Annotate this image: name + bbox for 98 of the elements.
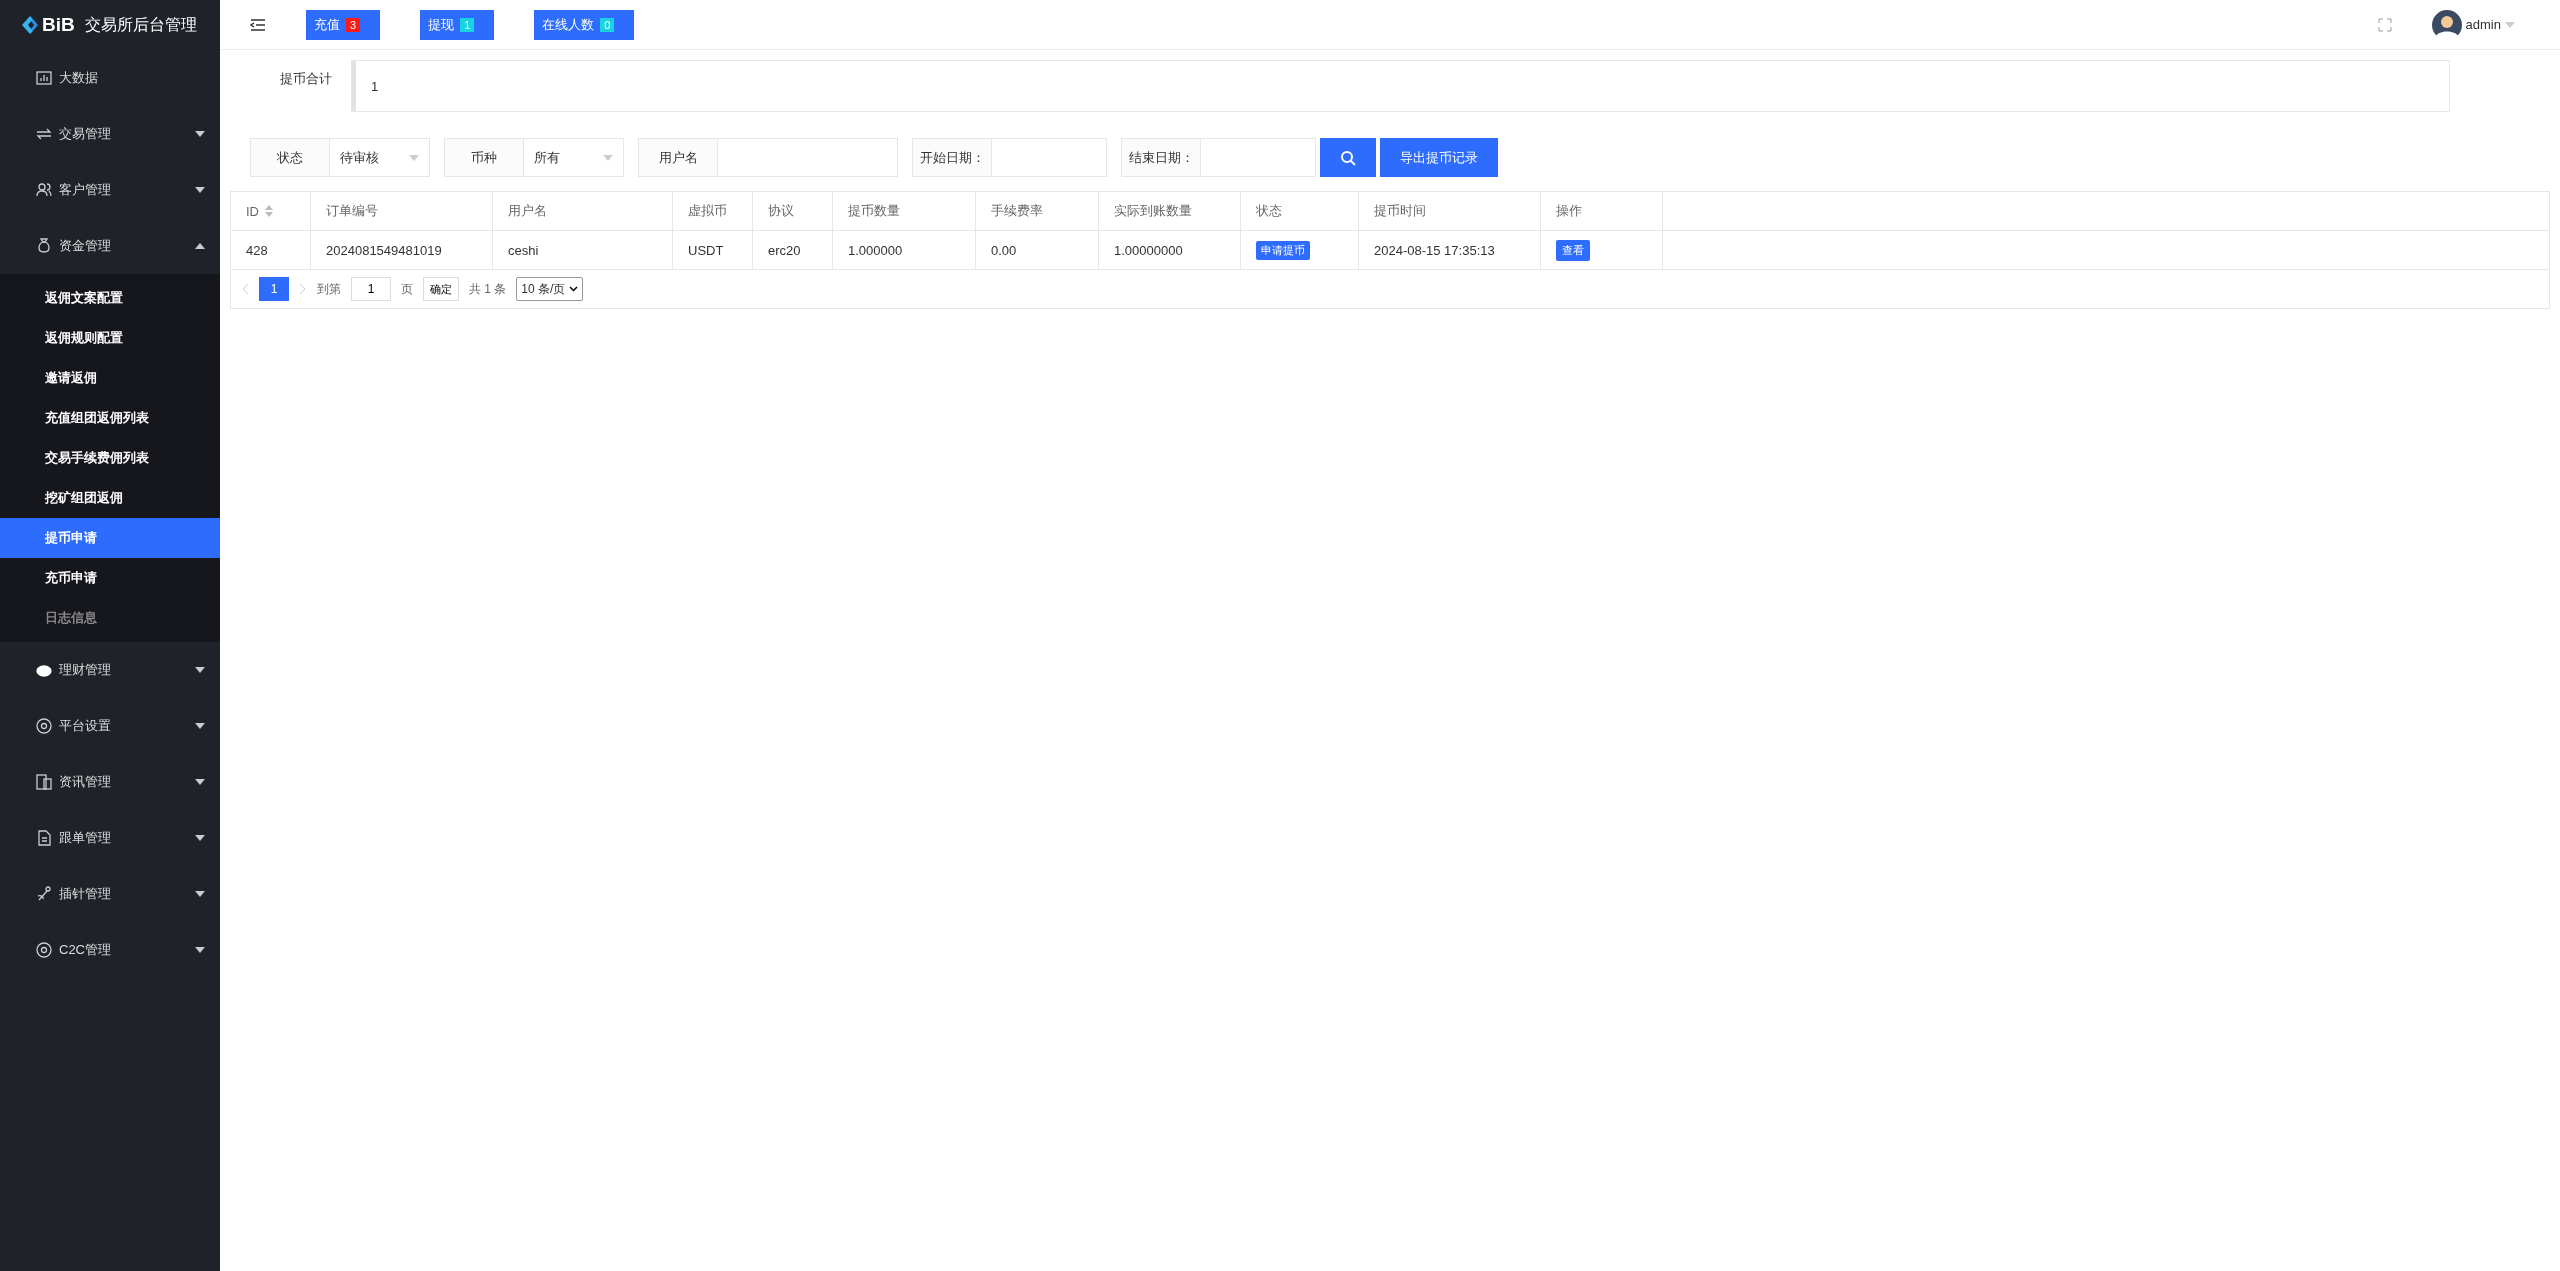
submenu-item[interactable]: 邀请返佣: [0, 358, 220, 398]
column-header: ID: [231, 192, 311, 230]
notification-button[interactable]: 充值 3: [306, 9, 381, 40]
export-button[interactable]: 导出提币记录: [1380, 138, 1498, 177]
settings-icon: [35, 717, 53, 735]
table-cell: 1.00000000: [1099, 231, 1241, 269]
filter-input[interactable]: [718, 138, 898, 177]
caret-icon: [195, 243, 205, 249]
column-header: 实际到账数量: [1099, 192, 1241, 230]
filter-select[interactable]: 所有: [524, 138, 624, 177]
page-unit: 页: [401, 280, 413, 298]
menu-icon[interactable]: [250, 17, 266, 32]
filter-input[interactable]: [1201, 138, 1316, 177]
notification-button[interactable]: 提现 1: [420, 9, 495, 40]
column-header: 操作: [1541, 192, 1663, 230]
caret-icon: [195, 187, 205, 193]
menu-item[interactable]: 理财管理: [0, 642, 220, 698]
table-cell: ceshi: [493, 231, 673, 269]
column-header: 虚拟币: [673, 192, 753, 230]
total-count: 共 1 条: [469, 280, 507, 298]
count-badge: 0: [600, 17, 615, 32]
count-badge: 1: [460, 17, 475, 32]
caret-icon: [409, 154, 419, 161]
table-cell: 428: [231, 231, 311, 269]
avatar-icon: [2431, 9, 2462, 40]
summary-value: 1: [351, 60, 2450, 112]
menu-item[interactable]: 资讯管理: [0, 754, 220, 810]
summary-label: 提币合计: [280, 70, 333, 88]
submenu-item[interactable]: 充币申请: [0, 558, 220, 598]
submenu-item[interactable]: 返佣规则配置: [0, 318, 220, 358]
filter-label: 用户名: [638, 138, 718, 177]
column-header: 订单编号: [311, 192, 493, 230]
search-icon: [1340, 149, 1356, 166]
filter-label: 结束日期：: [1121, 138, 1201, 177]
table-cell: 2024-08-15 17:35:13: [1359, 231, 1541, 269]
caret-icon: [195, 131, 205, 137]
filter-label: 开始日期：: [912, 138, 992, 177]
fullscreen-icon[interactable]: [2377, 17, 2392, 32]
confirm-button[interactable]: 确定: [423, 277, 459, 301]
caret-icon: [195, 667, 205, 673]
chevron-down-icon: [569, 286, 579, 292]
view-button[interactable]: 查看: [1556, 239, 1590, 261]
menu-item[interactable]: 客户管理: [0, 162, 220, 218]
status-tag: 申请提币: [1256, 240, 1310, 260]
table-cell: 0.00: [976, 231, 1099, 269]
document-icon: [35, 829, 53, 847]
submenu-item[interactable]: 交易手续费佣列表: [0, 438, 220, 478]
caret-icon: [195, 723, 205, 729]
table-cell: 1.000000: [833, 231, 976, 269]
menu-item[interactable]: 大数据: [0, 50, 220, 106]
goto-label: 到第: [317, 280, 341, 298]
menu-item[interactable]: 插针管理: [0, 866, 220, 922]
caret-icon: [195, 835, 205, 841]
next-icon[interactable]: [299, 283, 307, 295]
logo: BiB: [20, 14, 75, 36]
search-button[interactable]: [1320, 138, 1376, 177]
chart-icon: [35, 69, 53, 87]
caret-icon: [603, 154, 613, 161]
page-size-select[interactable]: 10 条/页: [516, 277, 584, 301]
column-header: 用户名: [493, 192, 673, 230]
coin-icon: [35, 941, 53, 959]
filter-label: 币种: [444, 138, 524, 177]
page-button[interactable]: 1: [259, 277, 289, 301]
column-header: 手续费率: [976, 192, 1099, 230]
submenu-item[interactable]: 提币申请: [0, 518, 220, 558]
table-cell: USDT: [673, 231, 753, 269]
filter-label: 状态: [250, 138, 330, 177]
column-header: 提币时间: [1359, 192, 1541, 230]
submenu-item[interactable]: 充值组团返佣列表: [0, 398, 220, 438]
app-title: 交易所后台管理: [84, 14, 197, 35]
column-header: 状态: [1241, 192, 1359, 230]
previous-icon[interactable]: [241, 283, 249, 295]
menu-item[interactable]: 平台设置: [0, 698, 220, 754]
caret-icon: [2505, 21, 2515, 28]
submenu-item[interactable]: 返佣文案配置: [0, 278, 220, 318]
caret-icon: [195, 891, 205, 897]
user-menu[interactable]: admin: [2431, 9, 2515, 40]
column-header: 提币数量: [833, 192, 976, 230]
menu-item[interactable]: 交易管理: [0, 106, 220, 162]
submenu-item[interactable]: 挖矿组团返佣: [0, 478, 220, 518]
sort-icon[interactable]: [265, 205, 273, 217]
caret-icon: [195, 779, 205, 785]
count-badge: 3: [346, 17, 361, 32]
news-icon: [35, 773, 53, 791]
table-cell: 2024081549481019: [311, 231, 493, 269]
table-cell: erc20: [753, 231, 833, 269]
menu-item[interactable]: 资金管理: [0, 218, 220, 274]
filter-input[interactable]: [992, 138, 1107, 177]
menu-item[interactable]: C2C管理: [0, 922, 220, 978]
filter-select[interactable]: 待审核: [330, 138, 430, 177]
menu-item[interactable]: 跟单管理: [0, 810, 220, 866]
caret-icon: [195, 947, 205, 953]
users-icon: [35, 181, 53, 199]
pin-icon: [35, 885, 53, 903]
money-bag-icon: [35, 237, 53, 255]
page-input[interactable]: 1: [351, 277, 391, 301]
column-header: 协议: [753, 192, 833, 230]
notification-button[interactable]: 在线人数 0: [534, 9, 635, 40]
